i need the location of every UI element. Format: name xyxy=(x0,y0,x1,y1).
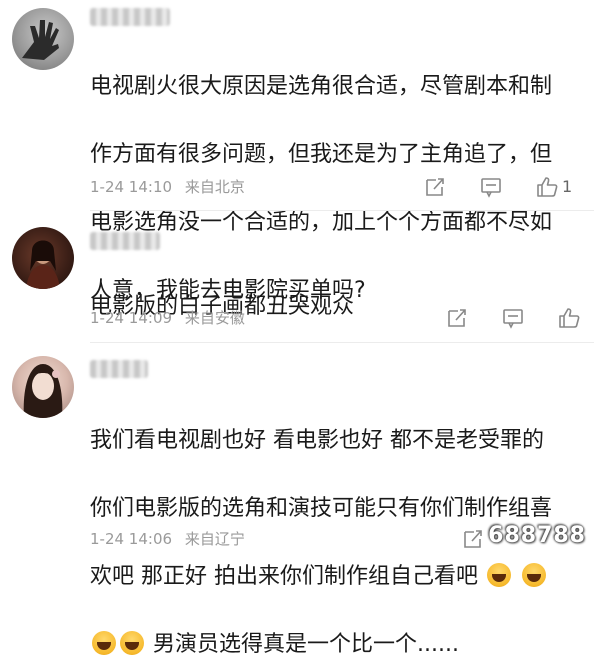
comment-line: 欢吧 那正好 拍出来你们制作组自己看吧 xyxy=(90,564,478,589)
avatar[interactable] xyxy=(12,356,74,418)
comment-meta: 1-24 14:06 来自辽宁 xyxy=(90,529,253,549)
divider xyxy=(90,342,594,343)
hand-silhouette-image xyxy=(22,20,59,60)
watermark: 688788 xyxy=(488,523,586,548)
comment-date: 1-24 14:06 xyxy=(90,530,173,548)
comment-line: 作方面有很多问题，但我还是为了主角追了，但 xyxy=(90,142,553,167)
share-button[interactable] xyxy=(446,307,468,329)
like-icon xyxy=(537,177,558,197)
share-icon xyxy=(448,309,466,327)
like-button[interactable]: 1 xyxy=(536,176,580,198)
comment-item: 电影版的白子画都丑哭观众 1-24 14:09 来自安徽 xyxy=(0,222,594,340)
comment-date: 1-24 14:10 xyxy=(90,178,173,196)
comment-meta: 1-24 14:10 来自北京 xyxy=(90,177,253,197)
share-icon xyxy=(426,178,444,196)
comment-button[interactable] xyxy=(480,176,502,198)
portrait-image xyxy=(23,364,63,418)
comment-location: 来自北京 xyxy=(184,178,245,196)
figure-image xyxy=(26,240,60,289)
username[interactable] xyxy=(90,8,170,26)
avatar[interactable] xyxy=(12,227,74,289)
share-icon xyxy=(464,530,482,548)
laughing-emoji-icon xyxy=(120,631,144,655)
comment-line: 你们电影版的选角和演技可能只有你们制作组喜 xyxy=(90,496,553,521)
share-button[interactable] xyxy=(462,528,484,550)
comment-location: 来自安徽 xyxy=(184,309,245,327)
like-count: 1 xyxy=(562,177,573,196)
comment-icon xyxy=(503,309,523,329)
share-button[interactable] xyxy=(424,176,446,198)
comment-actions xyxy=(412,306,580,330)
username[interactable] xyxy=(90,360,148,378)
comment-line: 电视剧火很大原因是选角很合适，尽管剧本和制 xyxy=(90,74,553,99)
avatar[interactable] xyxy=(12,8,74,70)
username[interactable] xyxy=(90,232,160,250)
laughing-emoji-icon xyxy=(92,631,116,655)
comment-icon xyxy=(481,178,501,198)
comment-item: 电视剧火很大原因是选角很合适，尽管剧本和制 作方面有很多问题，但我还是为了主角追… xyxy=(0,0,594,303)
comment-location: 来自辽宁 xyxy=(184,530,245,548)
like-icon xyxy=(559,308,580,328)
divider xyxy=(90,210,594,211)
like-button[interactable] xyxy=(558,307,580,329)
comment-actions: 1 xyxy=(390,175,580,199)
comment-meta: 1-24 14:09 来自安徽 xyxy=(90,308,253,328)
comment-line: 男演员选得真是一个比一个...... xyxy=(153,632,459,657)
laughing-emoji-icon xyxy=(487,563,511,587)
comment-date: 1-24 14:09 xyxy=(90,309,173,327)
comment-actions xyxy=(428,527,484,551)
comment-button[interactable] xyxy=(502,307,524,329)
comment-line: 我们看电视剧也好 看电影也好 都不是老受罪的 xyxy=(90,428,544,453)
laughing-emoji-icon xyxy=(522,563,546,587)
